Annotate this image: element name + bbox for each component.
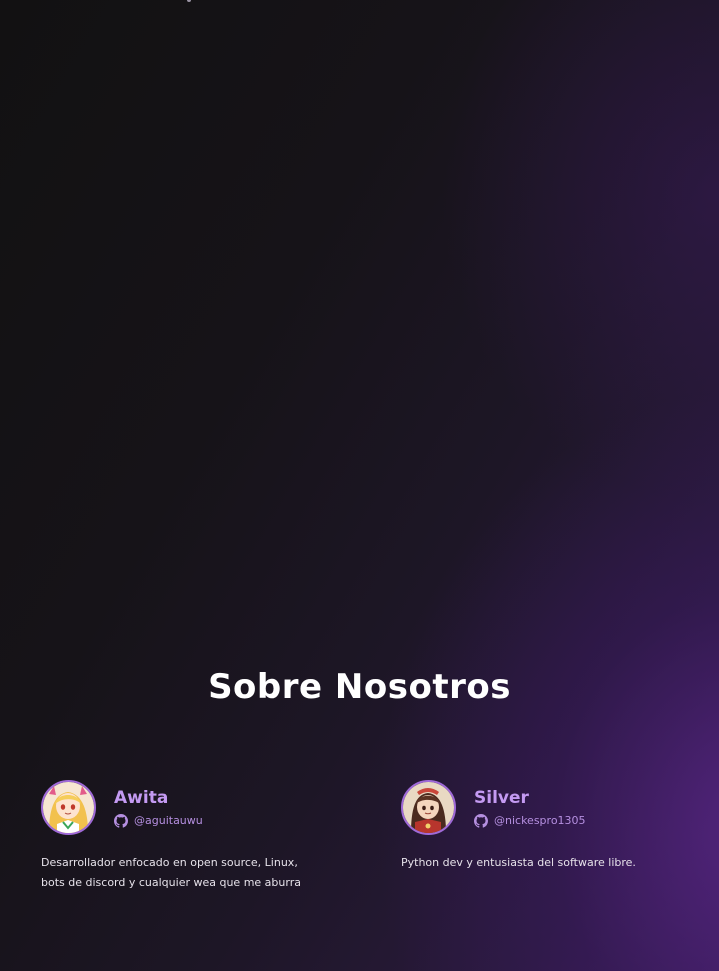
member-meta: Silver @nickespro1305 bbox=[474, 788, 586, 828]
avatar bbox=[41, 780, 96, 835]
section-title: Sobre Nosotros bbox=[208, 667, 511, 707]
avatar-image-silver bbox=[403, 782, 454, 833]
member-card-silver: Silver @nickespro1305 Python dev y entus… bbox=[401, 780, 701, 873]
avatar-image-awita bbox=[43, 782, 94, 833]
github-handle: @nickespro1305 bbox=[494, 814, 586, 827]
github-icon bbox=[474, 813, 488, 828]
github-handle: @aguitauwu bbox=[134, 814, 203, 827]
github-link[interactable]: @aguitauwu bbox=[114, 813, 203, 828]
github-link[interactable]: @nickespro1305 bbox=[474, 813, 586, 828]
member-name: Awita bbox=[114, 787, 169, 808]
member-name: Silver bbox=[474, 787, 529, 808]
member-card-awita: Awita @aguitauwu Desarrollador enfocado … bbox=[41, 780, 341, 893]
member-description: Desarrollador enfocado en open source, L… bbox=[41, 856, 301, 889]
top-dot-decoration bbox=[187, 0, 191, 2]
member-header: Awita @aguitauwu bbox=[41, 780, 341, 835]
member-meta: Awita @aguitauwu bbox=[114, 788, 203, 828]
github-icon bbox=[114, 813, 128, 828]
member-description: Python dev y entusiasta del software lib… bbox=[401, 856, 636, 869]
avatar bbox=[401, 780, 456, 835]
member-header: Silver @nickespro1305 bbox=[401, 780, 701, 835]
